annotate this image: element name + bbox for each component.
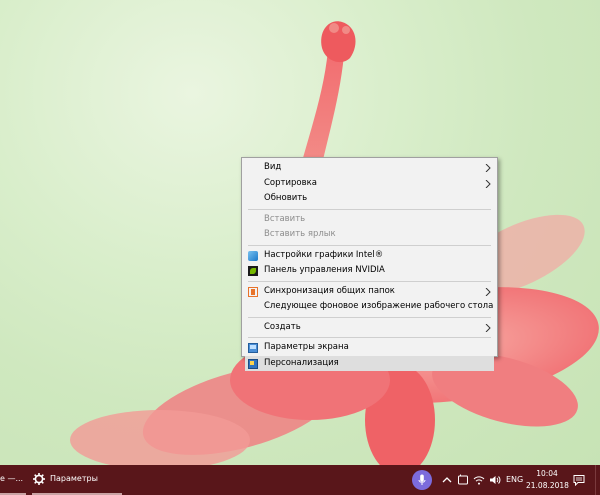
menu-item-intel-graphics[interactable]: Настройки графики Intel® [242, 248, 497, 264]
notification-icon[interactable] [573, 474, 585, 486]
sync-folders-icon [248, 286, 258, 297]
clock-time: 10:04 [536, 469, 558, 478]
gear-icon [33, 473, 45, 485]
menu-item-nvidia-panel[interactable]: Панель управления NVIDIA [242, 263, 497, 279]
menu-item-refresh[interactable]: Обновить [242, 191, 497, 207]
cortana-icon[interactable] [412, 470, 432, 490]
menu-item-label: Обновить [264, 193, 308, 203]
personalization-icon [248, 358, 258, 369]
menu-separator [248, 316, 491, 318]
nvidia-icon [248, 266, 258, 276]
intel-graphics-icon [248, 250, 258, 261]
menu-item-label: Вставить [264, 213, 306, 224]
menu-separator [248, 208, 491, 210]
taskbar-settings-label: Параметры [50, 474, 98, 483]
menu-item-create[interactable]: Создать [242, 320, 497, 336]
menu-item-sync-folders[interactable]: Синхронизация общих папок [242, 284, 497, 300]
menu-item-label: Панель управления NVIDIA [264, 265, 385, 275]
volume-icon[interactable] [489, 474, 501, 486]
menu-item-label: Параметры экрана [264, 342, 349, 352]
clock[interactable]: 10:04 21.08.2018 [526, 468, 569, 492]
menu-item-paste-shortcut: Вставить ярлык [242, 227, 497, 243]
menu-item-display-settings[interactable]: Параметры экрана [242, 340, 497, 356]
menu-item-view[interactable]: Вид [242, 160, 497, 176]
desktop[interactable]: Вид Сортировка Обновить Вставить Вставит… [0, 0, 600, 465]
menu-item-personalization[interactable]: Персонализация [245, 355, 494, 371]
wifi-icon[interactable] [473, 474, 485, 486]
tablet-icon[interactable] [457, 474, 469, 486]
menu-separator [248, 280, 491, 282]
menu-item-label: Персонализация [264, 357, 339, 368]
menu-item-paste: Вставить [242, 212, 497, 228]
menu-item-label: Вид [264, 162, 282, 172]
menu-item-sort[interactable]: Сортировка [242, 176, 497, 192]
menu-item-next-background[interactable]: Следующее фоновое изображение рабочего с… [242, 299, 497, 315]
chevron-right-icon [485, 179, 491, 188]
menu-separator [248, 244, 491, 246]
show-desktop-button[interactable] [595, 465, 600, 495]
chevron-right-icon [485, 164, 491, 172]
menu-item-label: Синхронизация общих папок [264, 285, 395, 296]
menu-item-label: Настройки графики Intel® [264, 249, 384, 260]
menu-item-label: Сортировка [264, 177, 317, 188]
menu-item-label: Следующее фоновое изображение рабочего с… [264, 301, 494, 311]
menu-separator [248, 337, 491, 338]
taskbar-settings-button[interactable]: Параметры [30, 465, 124, 495]
menu-item-label: Создать [264, 321, 301, 332]
taskbar: е —... Параметры ENG 10:04 21.08.2018 [0, 465, 600, 495]
taskbar-window-label: е —... [0, 474, 24, 483]
display-settings-icon [248, 343, 258, 353]
desktop-context-menu: Вид Сортировка Обновить Вставить Вставит… [241, 157, 498, 371]
taskbar-window-button[interactable]: е —... [0, 465, 26, 495]
chevron-right-icon [485, 287, 491, 296]
chevron-right-icon [485, 323, 491, 332]
clock-date: 21.08.2018 [526, 481, 569, 490]
language-indicator[interactable]: ENG [506, 465, 523, 495]
chevron-up-icon[interactable] [441, 474, 453, 486]
menu-item-label: Вставить ярлык [264, 229, 336, 239]
